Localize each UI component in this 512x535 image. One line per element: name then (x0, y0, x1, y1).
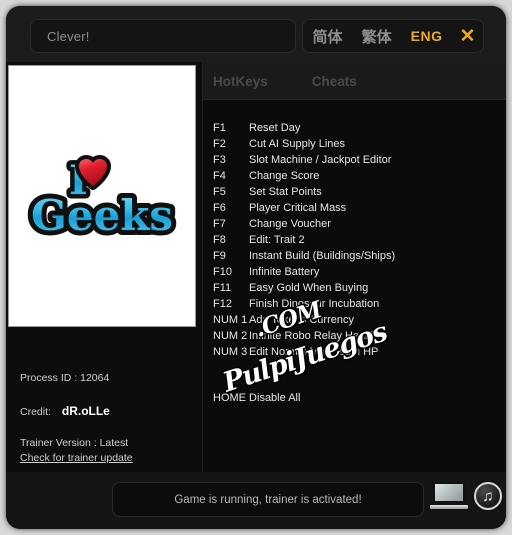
hotkey-label: Infinite Robo Relay Health (249, 330, 377, 342)
main-content: I I Geeks Geeks Process ID : 12064 Credi… (6, 62, 506, 472)
i-love-geeks-logo: I I Geeks Geeks (26, 154, 178, 238)
status-bar: Game is running, trainer is activated! ♫ (6, 472, 506, 529)
hotkey-row: F3 Slot Machine / Jackpot Editor (213, 152, 503, 168)
hotkey-key: NUM 1 (213, 314, 248, 326)
hotkey-label: Set Stat Points (249, 186, 322, 198)
close-icon[interactable]: ✕ (460, 27, 476, 46)
monitor-base (430, 505, 468, 509)
hotkey-label: Infinite Battery (249, 266, 320, 278)
hotkey-row: NUM 3 Edit Normal Max Team HP (213, 344, 503, 360)
hotkey-label: Instant Build (Buildings/Ships) (249, 250, 396, 262)
hotkey-label: Finish Dinosaur Incubation (249, 298, 380, 310)
lang-simplified-chinese[interactable]: 简体 (311, 26, 345, 47)
trainer-info: Process ID : 12064 Credit: dR.oLLe Train… (20, 372, 133, 464)
hotkey-key: NUM 3 (213, 346, 248, 358)
hotkey-row: F4 Change Score (213, 168, 503, 184)
hotkey-row: NUM 1 Add Tokens Currency (213, 312, 503, 328)
tab-underline (203, 99, 506, 100)
hotkey-key: F9 (213, 250, 226, 262)
hotkey-row: F7 Change Voucher (213, 216, 503, 232)
process-id-label: Process ID : (20, 372, 78, 384)
svg-text:Geeks: Geeks (31, 191, 173, 238)
process-id-value: 12064 (80, 372, 110, 384)
hotkey-row: F8 Edit: Trait 2 (213, 232, 503, 248)
music-note-glyph: ♫ (482, 487, 494, 505)
hotkey-label: Easy Gold When Buying (249, 282, 369, 294)
hotkey-row: F6 Player Critical Mass (213, 200, 503, 216)
hotkey-key: F4 (213, 170, 226, 182)
game-title-box[interactable] (30, 19, 296, 53)
status-message: Game is running, trainer is activated! (174, 493, 362, 506)
lang-traditional-chinese[interactable]: 繁体 (360, 26, 394, 47)
hotkey-key: F2 (213, 138, 226, 150)
hotkey-key: NUM 2 (213, 330, 248, 342)
hotkey-row: F2 Cut AI Supply Lines (213, 136, 503, 152)
hotkey-row: F5 Set Stat Points (213, 184, 503, 200)
hotkey-key: F7 (213, 218, 226, 230)
game-title-input[interactable] (45, 27, 279, 45)
hotkey-key: F10 (213, 266, 232, 278)
hotkey-label: Edit Normal Max Team HP (249, 346, 379, 358)
hotkey-label: Player Critical Mass (249, 202, 347, 214)
trainer-version-value: Latest (99, 437, 129, 450)
cover-artwork: I I Geeks Geeks (22, 154, 182, 238)
language-selector: 简体 繁体 ENG ✕ (302, 19, 484, 53)
monitor-screen (433, 482, 465, 503)
hotkey-key: F5 (213, 186, 226, 198)
credit-label: Credit: (20, 405, 51, 418)
hotkey-label: Change Voucher (249, 218, 331, 230)
hotkey-key: F3 (213, 154, 226, 166)
hotkey-key: F11 (213, 282, 232, 294)
status-panel: Game is running, trainer is activated! (112, 482, 424, 517)
tab-hotkeys[interactable]: HotKeys (213, 74, 268, 89)
tab-bar: HotKeys Cheats (203, 62, 506, 100)
hotkey-label: Reset Day (249, 122, 301, 134)
hotkey-label: Cut AI Supply Lines (249, 138, 346, 150)
trainer-window: 简体 繁体 ENG ✕ (6, 6, 506, 529)
trainer-version-row: Trainer Version : Latest (20, 437, 133, 450)
monitor-icon[interactable] (430, 482, 468, 512)
hotkey-label: Slot Machine / Jackpot Editor (249, 154, 392, 166)
hotkey-key: F8 (213, 234, 226, 246)
hotkey-row: F9 Instant Build (Buildings/Ships) (213, 248, 503, 264)
hotkey-label: Add Tokens Currency (249, 314, 354, 326)
hotkey-row: F12 Finish Dinosaur Incubation (213, 296, 503, 312)
hotkey-row: F11 Easy Gold When Buying (213, 280, 503, 296)
title-bar: 简体 繁体 ENG ✕ (6, 6, 506, 62)
credit-value: dR.oLLe (61, 403, 110, 418)
hotkey-row: F1 Reset Day (213, 120, 503, 136)
music-note-icon[interactable]: ♫ (474, 482, 502, 510)
hotkey-list: F1 Reset Day F2 Cut AI Supply Lines F3 Slot M… (213, 120, 503, 360)
disable-all-row: HOME Disable All (213, 392, 301, 404)
left-panel: I I Geeks Geeks Process ID : 12064 Credi… (6, 62, 202, 472)
credit-row: Credit: dR.oLLe (20, 404, 133, 419)
trainer-version-label: Trainer Version : (20, 437, 97, 450)
process-id-row: Process ID : 12064 (20, 372, 133, 385)
hotkey-row: NUM 2 Infinite Robo Relay Health (213, 328, 503, 344)
hotkey-key: F12 (213, 298, 232, 310)
hotkey-label: Change Score (249, 170, 320, 182)
tab-cheats[interactable]: Cheats (312, 74, 357, 89)
lang-english[interactable]: ENG (409, 28, 445, 44)
hotkey-key: F1 (213, 122, 226, 134)
right-panel: HotKeys Cheats F1 Reset Day F2 Cut AI Suppl… (203, 62, 506, 472)
game-cover-image: I I Geeks Geeks (8, 65, 196, 327)
hotkey-label: Edit: Trait 2 (249, 234, 305, 246)
hotkey-key: F6 (213, 202, 226, 214)
hotkey-row: F10 Infinite Battery (213, 264, 503, 280)
check-for-update-link[interactable]: Check for trainer update (20, 452, 133, 465)
